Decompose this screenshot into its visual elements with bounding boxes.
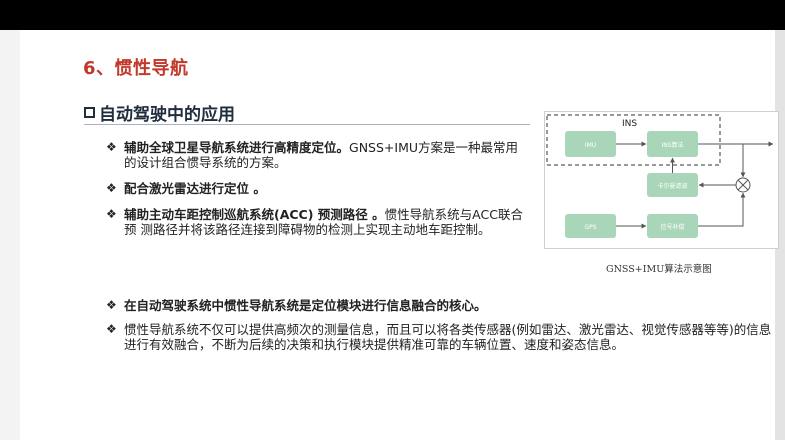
section-heading-text: 自动驾驶中的应用 [99, 105, 235, 125]
bullet-strong-text: 辅助主动车距控制巡航系统(ACC) 预测路径 。 [124, 207, 385, 222]
slide-title: 6、惯性导航 [83, 58, 189, 79]
ins-label: INS [622, 119, 637, 129]
diamond-bullet-icon: ❖ [106, 140, 117, 154]
bullet-item: ❖ 辅助主动车距控制巡航系统(ACC) 预测路径 。惯性导航系统与ACC联合预 … [106, 207, 526, 237]
diamond-bullet-icon: ❖ [106, 322, 117, 336]
bullet-strong-text: 辅助全球卫星导航系统进行高精度定位。 [124, 140, 350, 155]
bullet-item: ❖ 惯性导航系统不仅可以提供高频次的测量信息，而且可以将各类传感器(例如雷达、激… [106, 322, 776, 352]
arrow-signal-to-mixer [698, 192, 746, 227]
diamond-bullet-icon: ❖ [106, 298, 117, 312]
figure-caption: GNSS+IMU算法示意图 [606, 264, 712, 275]
top-black-bar [0, 0, 785, 30]
slide: 6、惯性导航 自动驾驶中的应用 ❖ 辅助全球卫星导航系统进行高精度定位。GNSS… [20, 30, 779, 440]
ins-algo-block-label: INS算法 [661, 141, 683, 149]
bullet-list-top: ❖ 辅助全球卫星导航系统进行高精度定位。GNSS+IMU方案是一种最常用的设计组… [106, 140, 526, 237]
left-margin-strip [0, 30, 20, 440]
imu-block-label: IMU [585, 142, 596, 149]
diamond-bullet-icon: ❖ [106, 181, 117, 195]
kalman-block-label: 卡尔曼滤波 [657, 182, 687, 190]
bullet-strong-text: 配合激光雷达进行定位 。 [124, 181, 266, 196]
checkbox-icon [84, 107, 95, 118]
bullet-list-bottom: ❖ 在自动驾驶系统中惯性导航系统是定位模块进行信息融合的核心。 ❖ 惯性导航系统… [106, 298, 776, 361]
gnss-imu-diagram: INS IMU INS算法 卡尔曼滤波 GPS 信号补偿 [544, 111, 779, 249]
bullet-item: ❖ 在自动驾驶系统中惯性导航系统是定位模块进行信息融合的核心。 [106, 298, 776, 313]
bullet-item: ❖ 配合激光雷达进行定位 。 [106, 181, 526, 196]
diamond-bullet-icon: ❖ [106, 207, 117, 221]
gps-block-label: GPS [584, 224, 596, 231]
signal-block-label: 信号补偿 [660, 223, 684, 231]
bullet-item: ❖ 辅助全球卫星导航系统进行高精度定位。GNSS+IMU方案是一种最常用的设计组… [106, 140, 526, 170]
diagram-svg: INS IMU INS算法 卡尔曼滤波 GPS 信号补偿 [546, 114, 774, 238]
section-heading: 自动驾驶中的应用 [84, 100, 235, 125]
section-divider [84, 124, 530, 125]
bullet-text: 惯性导航系统不仅可以提供高频次的测量信息，而且可以将各类传感器(例如雷达、激光雷… [124, 322, 772, 352]
bullet-strong-text: 在自动驾驶系统中惯性导航系统是定位模块进行信息融合的核心。 [124, 298, 487, 313]
